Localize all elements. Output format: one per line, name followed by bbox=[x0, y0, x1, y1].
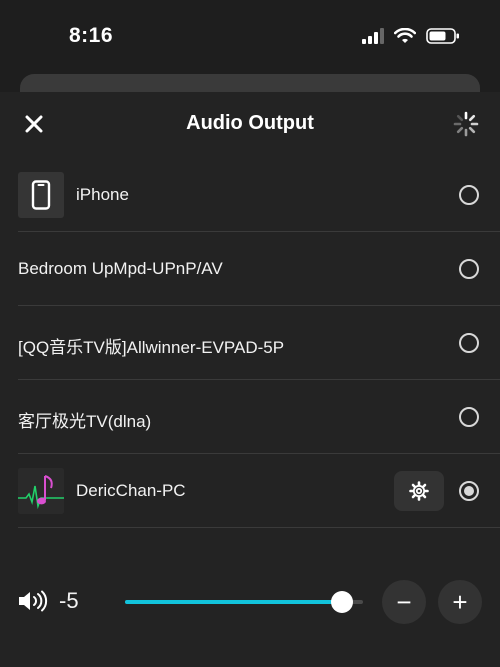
page-title: Audio Output bbox=[186, 112, 314, 134]
cellular-signal-icon bbox=[362, 28, 384, 44]
status-time: 8:16 bbox=[69, 24, 114, 47]
device-settings-button[interactable] bbox=[394, 471, 444, 511]
device-thumbnail bbox=[18, 468, 64, 514]
status-bar: 8:16 bbox=[0, 0, 500, 76]
audio-output-sheet: Audio Output iPhone Bedroom UpMpd-UPnP/A… bbox=[0, 92, 500, 667]
device-row-dericchan-pc[interactable]: DericChan-PC bbox=[18, 454, 500, 528]
device-row-living-room-tv[interactable]: 客厅极光TV(dlna) bbox=[18, 380, 500, 454]
phone-icon bbox=[31, 180, 51, 210]
loading-spinner-icon bbox=[453, 111, 479, 137]
battery-icon bbox=[426, 28, 459, 44]
device-row-bedroom[interactable]: Bedroom UpMpd-UPnP/AV bbox=[18, 232, 500, 306]
volume-value: -5 bbox=[59, 588, 79, 613]
gear-icon bbox=[409, 481, 429, 501]
device-name: Bedroom UpMpd-UPnP/AV bbox=[18, 259, 223, 278]
device-radio-selected[interactable] bbox=[459, 481, 479, 501]
sheet-header: Audio Output bbox=[0, 92, 500, 158]
volume-controls: -5 − + bbox=[0, 580, 500, 624]
device-name: 客厅极光TV(dlna) bbox=[18, 412, 152, 431]
wifi-icon bbox=[394, 28, 416, 43]
device-list: iPhone Bedroom UpMpd-UPnP/AV [QQ音乐TV版]Al… bbox=[0, 158, 500, 528]
device-radio[interactable] bbox=[459, 185, 479, 205]
status-icons bbox=[362, 28, 460, 44]
device-thumbnail bbox=[18, 172, 64, 218]
volume-slider-fill bbox=[125, 600, 342, 604]
device-radio[interactable] bbox=[459, 259, 479, 279]
volume-slider-thumb[interactable] bbox=[330, 591, 353, 613]
volume-increase-button[interactable]: + bbox=[438, 580, 482, 624]
speaker-volume-icon bbox=[19, 590, 48, 612]
device-row-qq-music-tv[interactable]: [QQ音乐TV版]Allwinner-EVPAD-5P bbox=[18, 306, 500, 380]
device-name: iPhone bbox=[76, 185, 129, 204]
music-note-art-icon bbox=[18, 468, 64, 514]
device-name: [QQ音乐TV版]Allwinner-EVPAD-5P bbox=[18, 338, 285, 357]
volume-decrease-button[interactable]: − bbox=[382, 580, 426, 624]
volume-slider[interactable] bbox=[125, 591, 363, 613]
device-radio[interactable] bbox=[459, 407, 479, 427]
device-name: DericChan-PC bbox=[76, 481, 186, 500]
device-row-iphone[interactable]: iPhone bbox=[18, 158, 500, 232]
device-radio[interactable] bbox=[459, 333, 479, 353]
